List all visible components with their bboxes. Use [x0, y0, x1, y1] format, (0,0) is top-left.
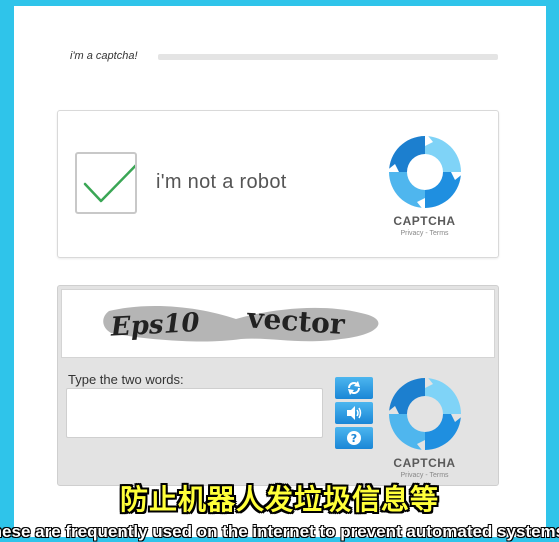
svg-text:?: ? [351, 432, 357, 445]
captcha-brand-label: CAPTCHA [393, 214, 456, 228]
captcha-distorted-words: Eps10 vector [103, 301, 379, 343]
captcha-word-1: Eps10 [109, 308, 200, 343]
privacy-terms-link[interactable]: Privacy - Terms [377, 230, 472, 237]
help-icon: ? [347, 431, 361, 445]
audio-button[interactable] [335, 402, 373, 424]
refresh-icon [348, 381, 360, 395]
refresh-button[interactable] [335, 377, 373, 399]
header-label: i'm a captcha! [70, 50, 138, 62]
captcha-brand-label: CAPTCHA [393, 456, 456, 470]
checkmark-icon [83, 156, 145, 203]
help-button[interactable]: ? [335, 427, 373, 449]
header-divider [158, 54, 498, 60]
captcha-logo-icon [385, 132, 465, 212]
robot-checkbox-label: i'm not a robot [156, 171, 287, 193]
chinese-subtitle: 防止机器人发垃圾信息等 [119, 484, 439, 515]
captcha-prompt: Type the two words: [68, 372, 184, 387]
captcha-word-2: vector [245, 301, 347, 341]
english-subtitle: these are frequently used on the interne… [0, 522, 559, 541]
captcha-answer-input[interactable] [66, 388, 323, 438]
captcha-logo-icon [385, 374, 465, 454]
audio-icon [347, 406, 362, 420]
robot-checkbox[interactable] [75, 152, 145, 214]
